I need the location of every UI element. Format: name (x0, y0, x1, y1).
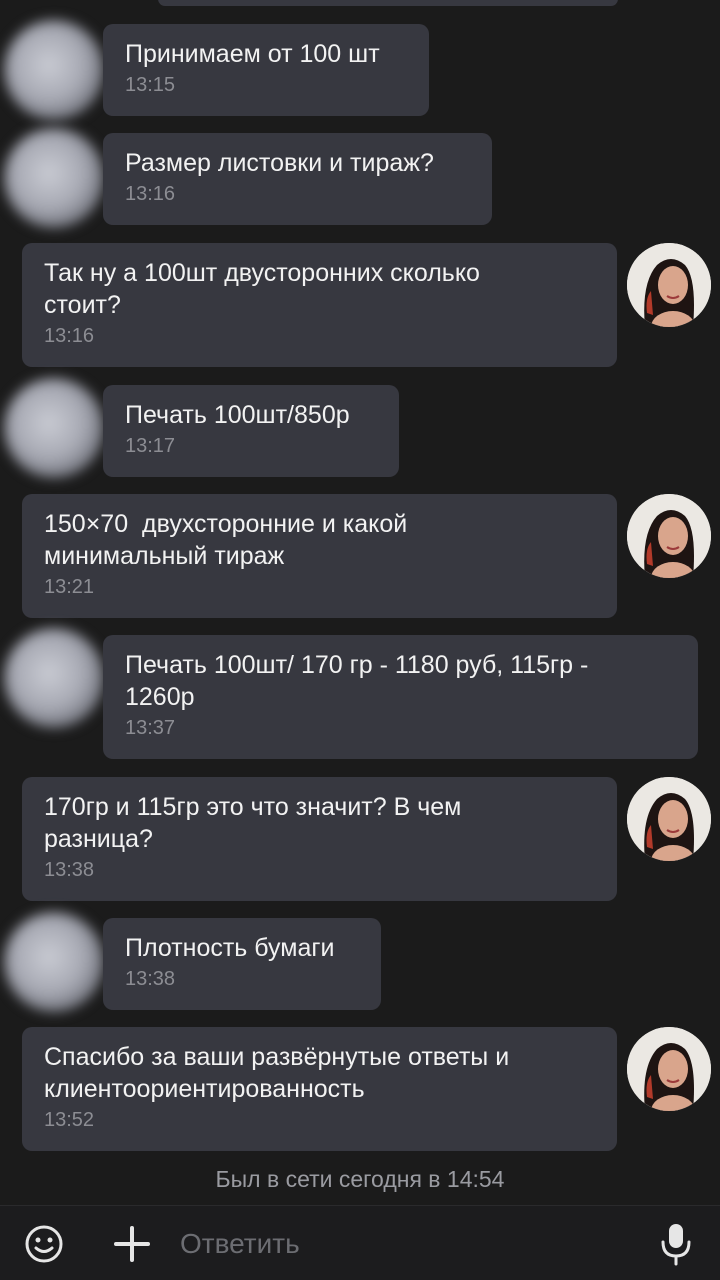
user-avatar[interactable] (627, 777, 711, 861)
message-text: Печать 100шт/850р (125, 401, 350, 429)
previous-message-bubble (158, 0, 618, 6)
emoji-icon[interactable] (24, 1224, 64, 1269)
message-text: Принимаем от 100 шт (125, 40, 380, 68)
user-avatar[interactable] (627, 1027, 711, 1111)
message-input-bar: Ответить (0, 1205, 720, 1280)
message-time: 13:37 (125, 717, 176, 739)
message-text: Плотность бумаги (125, 934, 335, 962)
last-seen-status: Был в сети сегодня в 14:54 (215, 1166, 505, 1192)
message-time: 13:16 (44, 325, 95, 347)
user-avatar[interactable] (627, 494, 711, 578)
contact-avatar[interactable] (4, 128, 104, 228)
message-time: 13:38 (125, 968, 176, 990)
message-bubble-outgoing[interactable]: Так ну а 100шт двусторонних сколько стои… (22, 243, 617, 367)
message-bubble-incoming[interactable]: Принимаем от 100 шт 13:15 (103, 24, 429, 116)
message-bubble-incoming[interactable]: Размер листовки и тираж? 13:16 (103, 133, 492, 225)
user-avatar[interactable] (627, 243, 711, 327)
message-text: Спасибо за ваши развёрнутые ответы и кли… (44, 1043, 510, 1103)
message-time: 13:21 (44, 576, 95, 598)
contact-avatar[interactable] (4, 20, 104, 120)
chat-screen: Принимаем от 100 шт 13:15 Размер листовк… (0, 0, 720, 1280)
contact-avatar[interactable] (4, 628, 104, 728)
message-text: 170гр и 115гр это что значит? В чем разн… (44, 793, 462, 853)
reply-input[interactable]: Ответить (180, 1228, 300, 1260)
message-bubble-incoming[interactable]: Печать 100шт/850р 13:17 (103, 385, 399, 477)
message-time: 13:15 (125, 74, 176, 96)
message-text: 150×70 двухсторонние и какой минимальный… (44, 510, 408, 570)
message-text: Размер листовки и тираж? (125, 149, 434, 177)
message-bubble-outgoing[interactable]: 150×70 двухсторонние и какой минимальный… (22, 494, 617, 618)
message-text: Так ну а 100шт двусторонних сколько стои… (44, 259, 480, 319)
message-time: 13:16 (125, 183, 176, 205)
message-time: 13:38 (44, 859, 95, 881)
message-time: 13:17 (125, 435, 176, 457)
contact-avatar[interactable] (4, 912, 104, 1012)
plus-icon[interactable] (114, 1226, 150, 1267)
message-bubble-outgoing[interactable]: 170гр и 115гр это что значит? В чем разн… (22, 777, 617, 901)
message-bubble-outgoing[interactable]: Спасибо за ваши развёрнутые ответы и кли… (22, 1027, 617, 1151)
message-bubble-incoming[interactable]: Плотность бумаги 13:38 (103, 918, 381, 1010)
contact-avatar[interactable] (4, 378, 104, 478)
message-time: 13:52 (44, 1109, 95, 1131)
microphone-icon[interactable] (660, 1222, 692, 1271)
message-text: Печать 100шт/ 170 гр - 1180 руб, 115гр -… (125, 651, 589, 711)
message-bubble-incoming[interactable]: Печать 100шт/ 170 гр - 1180 руб, 115гр -… (103, 635, 698, 759)
